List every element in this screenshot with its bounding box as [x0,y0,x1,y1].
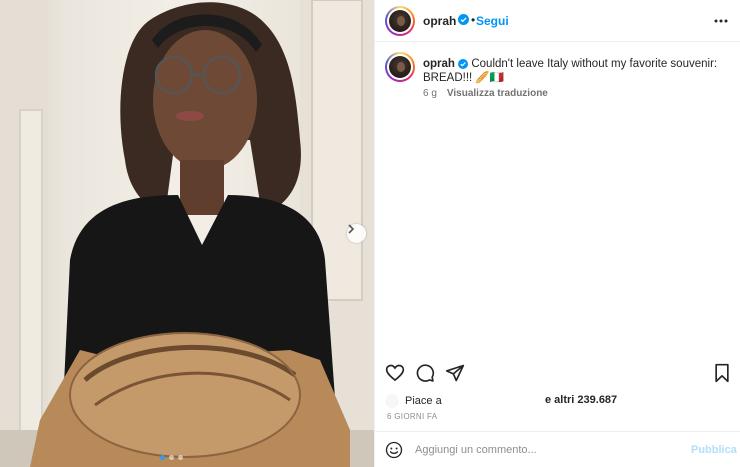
carousel-dot [160,455,165,460]
caption-username[interactable]: oprah [423,58,455,70]
carousel-next-button[interactable] [347,224,366,243]
follow-button[interactable]: Segui [476,14,509,28]
caption-age: 6 g [423,88,437,99]
action-bar [375,358,740,388]
post-header: oprah • Segui [375,0,740,42]
bookmark-button[interactable] [713,363,731,386]
like-button[interactable] [385,363,405,386]
header-username[interactable]: oprah [423,14,456,28]
comment-input[interactable] [415,441,685,459]
share-button[interactable] [445,363,465,386]
bookmark-icon [715,363,729,383]
emoji-button[interactable] [385,441,403,462]
post-side-panel: oprah • Segui oprah Couldn't leave Italy… [374,0,740,467]
carousel-dots [160,455,183,460]
verified-badge-icon [458,14,469,25]
caption-avatar[interactable] [385,52,415,82]
likes-summary[interactable]: Piace a e altri 239.687 [385,394,617,408]
share-icon [445,364,465,382]
post-time-ago: 6 GIORNI FA [387,412,438,421]
carousel-dot [178,455,183,460]
verified-badge-icon [458,59,469,69]
photo-illustration [0,0,374,467]
likes-prefix: Piace a [405,395,442,407]
translate-button[interactable]: Visualizza traduzione [447,88,548,99]
likes-others[interactable]: e altri 239.687 [545,394,617,406]
header-separator: • [471,13,476,27]
emoji-icon [385,441,403,459]
carousel-dot [169,455,174,460]
more-options-button[interactable] [713,13,729,32]
liker-avatar [385,394,399,408]
caption-meta: 6 g Visualizza traduzione [423,88,548,99]
chevron-right-icon [348,224,355,234]
avatar[interactable] [385,6,415,36]
comment-bar: Pubblica [375,431,740,467]
caption-text: Couldn't leave Italy without my favorite… [423,58,718,84]
post-photo[interactable] [0,0,374,467]
heart-icon [385,364,405,382]
comment-button[interactable] [415,363,435,386]
comment-icon [416,364,435,382]
publish-button[interactable]: Pubblica [691,444,737,456]
more-options-icon [714,19,728,23]
caption-text-block: oprah Couldn't leave Italy without my fa… [423,57,733,85]
